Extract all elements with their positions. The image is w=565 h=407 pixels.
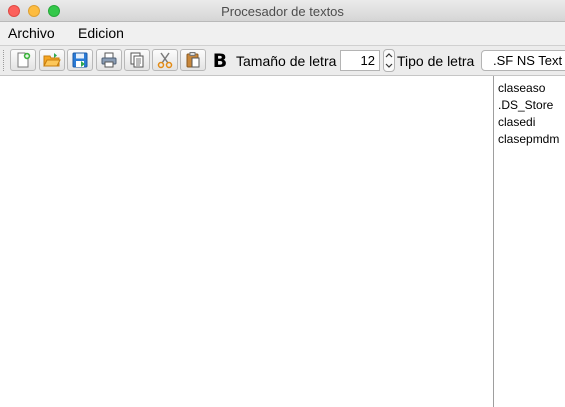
file-list: claseaso .DS_Store clasedi clasepmdm — [495, 76, 565, 407]
menu-edicion[interactable]: Edicion — [78, 25, 124, 41]
menu-bar: Archivo Edicion — [0, 22, 565, 46]
open-folder-icon — [43, 53, 61, 67]
cut-scissors-icon — [157, 52, 173, 69]
open-button[interactable] — [39, 49, 65, 71]
text-editor-area[interactable] — [0, 76, 494, 407]
copy-button[interactable] — [124, 49, 150, 71]
font-type-label: Tipo de letra — [397, 53, 475, 69]
paste-icon — [186, 52, 200, 68]
font-size-stepper[interactable] — [383, 49, 395, 72]
bold-button[interactable]: B — [209, 50, 231, 72]
menu-archivo[interactable]: Archivo — [8, 25, 55, 41]
font-size-field[interactable]: 12 — [340, 50, 380, 71]
paste-button[interactable] — [180, 49, 206, 71]
print-icon — [101, 52, 117, 68]
toolbar: B Tamaño de letra 12 Tipo de letra .SF N… — [0, 46, 565, 76]
save-icon — [72, 52, 88, 68]
font-type-select[interactable]: .SF NS Text — [481, 50, 565, 71]
chevron-down-icon[interactable] — [385, 61, 393, 70]
chevron-up-icon[interactable] — [385, 51, 393, 60]
new-document-icon — [17, 52, 31, 68]
file-list-item[interactable]: .DS_Store — [495, 97, 565, 114]
toolbar-grip[interactable] — [3, 50, 6, 71]
window-title: Procesador de textos — [221, 4, 344, 19]
save-button[interactable] — [67, 49, 93, 71]
font-size-label: Tamaño de letra — [236, 53, 337, 69]
title-bar: Procesador de textos — [0, 0, 565, 22]
copy-icon — [130, 52, 144, 68]
cut-button[interactable] — [152, 49, 178, 71]
new-document-button[interactable] — [10, 49, 36, 71]
file-list-item[interactable]: clasedi — [495, 114, 565, 131]
file-list-item[interactable]: clasepmdm — [495, 131, 565, 148]
print-button[interactable] — [96, 49, 122, 71]
file-list-item[interactable]: claseaso — [495, 80, 565, 97]
